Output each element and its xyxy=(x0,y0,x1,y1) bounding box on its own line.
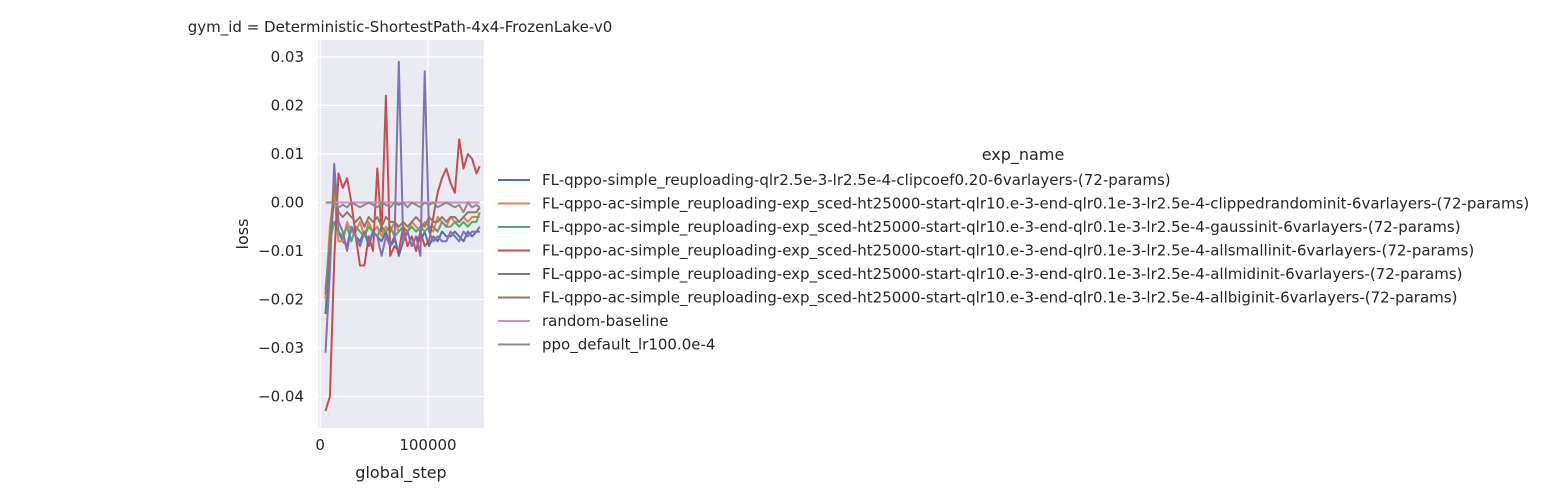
y-tick-label: −0.04 xyxy=(258,387,304,405)
chart-title: gym_id = Deterministic-ShortestPath-4x4-… xyxy=(188,18,613,37)
legend-item: ppo_default_lr100.0e-4 xyxy=(498,336,715,355)
legend-item: FL-qppo-simple_reuploading-qlr2.5e-3-lr2… xyxy=(498,171,1171,190)
x-axis-label: global_step xyxy=(355,463,446,483)
y-tick-label: 0.03 xyxy=(271,48,304,66)
legend-item: FL-qppo-ac-simple_reuploading-exp_sced-h… xyxy=(498,242,1474,261)
legend: exp_name FL-qppo-simple_reuploading-qlr2… xyxy=(498,145,1529,355)
y-tick-label: −0.01 xyxy=(258,242,304,260)
legend-item: FL-qppo-ac-simple_reuploading-exp_sced-h… xyxy=(498,265,1463,284)
legend-label: FL-qppo-ac-simple_reuploading-exp_sced-h… xyxy=(542,218,1461,237)
y-axis-ticks: −0.04 −0.03 −0.02 −0.01 0.00 0.01 0.02 0.03 xyxy=(258,48,304,406)
y-tick-label: 0.02 xyxy=(271,96,304,114)
y-tick-label: 0.01 xyxy=(271,145,304,163)
y-tick-label: 0.00 xyxy=(271,193,304,211)
legend-title: exp_name xyxy=(982,145,1065,165)
y-tick-label: −0.03 xyxy=(258,339,304,357)
x-tick-label: 100000 xyxy=(399,436,456,454)
legend-item: random-baseline xyxy=(498,312,668,330)
legend-label: FL-qppo-simple_reuploading-qlr2.5e-3-lr2… xyxy=(542,171,1171,190)
legend-label: ppo_default_lr100.0e-4 xyxy=(542,336,715,355)
legend-item: FL-qppo-ac-simple_reuploading-exp_sced-h… xyxy=(498,218,1461,237)
legend-label: random-baseline xyxy=(542,312,668,330)
legend-label: FL-qppo-ac-simple_reuploading-exp_sced-h… xyxy=(542,265,1463,284)
y-axis-label: loss xyxy=(233,219,252,250)
legend-label: FL-qppo-ac-simple_reuploading-exp_sced-h… xyxy=(542,195,1529,214)
legend-item: FL-qppo-ac-simple_reuploading-exp_sced-h… xyxy=(498,195,1529,214)
x-tick-label: 0 xyxy=(315,436,325,454)
legend-label: FL-qppo-ac-simple_reuploading-exp_sced-h… xyxy=(542,289,1457,308)
x-axis-ticks: 0 100000 xyxy=(315,436,456,454)
legend-label: FL-qppo-ac-simple_reuploading-exp_sced-h… xyxy=(542,242,1474,261)
y-tick-label: −0.02 xyxy=(258,290,304,308)
legend-item: FL-qppo-ac-simple_reuploading-exp_sced-h… xyxy=(498,289,1457,308)
line-chart: gym_id = Deterministic-ShortestPath-4x4-… xyxy=(188,18,1530,483)
